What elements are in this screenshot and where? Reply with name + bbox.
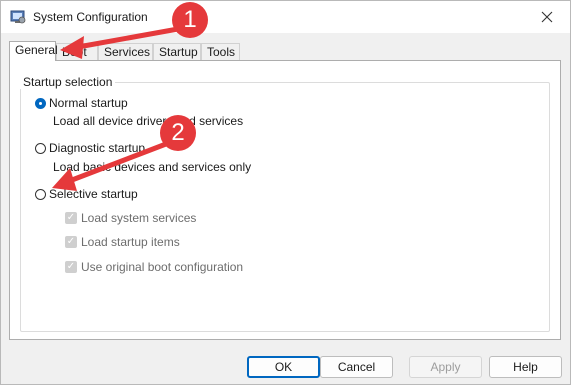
load-system-services-option: ✓ Load system services	[65, 211, 196, 225]
window-title: System Configuration	[33, 10, 148, 24]
tab-startup[interactable]: Startup	[153, 43, 201, 60]
use-original-boot-label: Use original boot configuration	[81, 260, 244, 274]
selective-startup-label: Selective startup	[49, 187, 138, 201]
load-startup-items-option: ✓ Load startup items	[65, 235, 180, 249]
apply-button[interactable]: Apply	[409, 356, 482, 378]
normal-startup-description: Load all device drivers and services	[53, 114, 244, 128]
tab-boot[interactable]: Boot	[56, 43, 98, 60]
title-bar: System Configuration	[1, 1, 570, 33]
selective-startup-option[interactable]: Selective startup	[35, 187, 138, 201]
close-button[interactable]	[524, 1, 570, 33]
normal-startup-radio[interactable]	[35, 97, 46, 109]
startup-selection-legend: Startup selection	[20, 75, 116, 89]
load-system-services-label: Load system services	[81, 211, 197, 225]
normal-startup-label: Normal startup	[49, 96, 128, 110]
msconfig-app-icon	[10, 10, 26, 24]
tab-tools[interactable]: Tools	[201, 43, 240, 60]
selective-startup-radio[interactable]	[35, 188, 46, 200]
diagnostic-startup-label: Diagnostic startup	[49, 141, 146, 155]
close-icon	[541, 11, 553, 23]
ok-button[interactable]: OK	[247, 356, 320, 378]
diagnostic-startup-description: Load basic devices and services only	[53, 160, 252, 174]
load-startup-items-checkbox: ✓	[65, 236, 77, 248]
tab-general[interactable]: General	[9, 41, 58, 61]
general-tab-panel: Startup selection Normal startup Load al…	[9, 60, 561, 340]
tab-services[interactable]: Services	[98, 43, 153, 60]
normal-startup-option[interactable]: Normal startup	[35, 96, 128, 110]
system-configuration-window: System Configuration General Boot Servic…	[0, 0, 571, 385]
diagnostic-startup-option[interactable]: Diagnostic startup	[35, 141, 145, 155]
help-button[interactable]: Help	[489, 356, 562, 378]
diagnostic-startup-radio[interactable]	[35, 142, 46, 154]
use-original-boot-option: ✓ Use original boot configuration	[65, 260, 243, 274]
use-original-boot-checkbox: ✓	[65, 261, 77, 273]
load-system-services-checkbox: ✓	[65, 212, 77, 224]
load-startup-items-label: Load startup items	[81, 235, 180, 249]
cancel-button[interactable]: Cancel	[320, 356, 393, 378]
